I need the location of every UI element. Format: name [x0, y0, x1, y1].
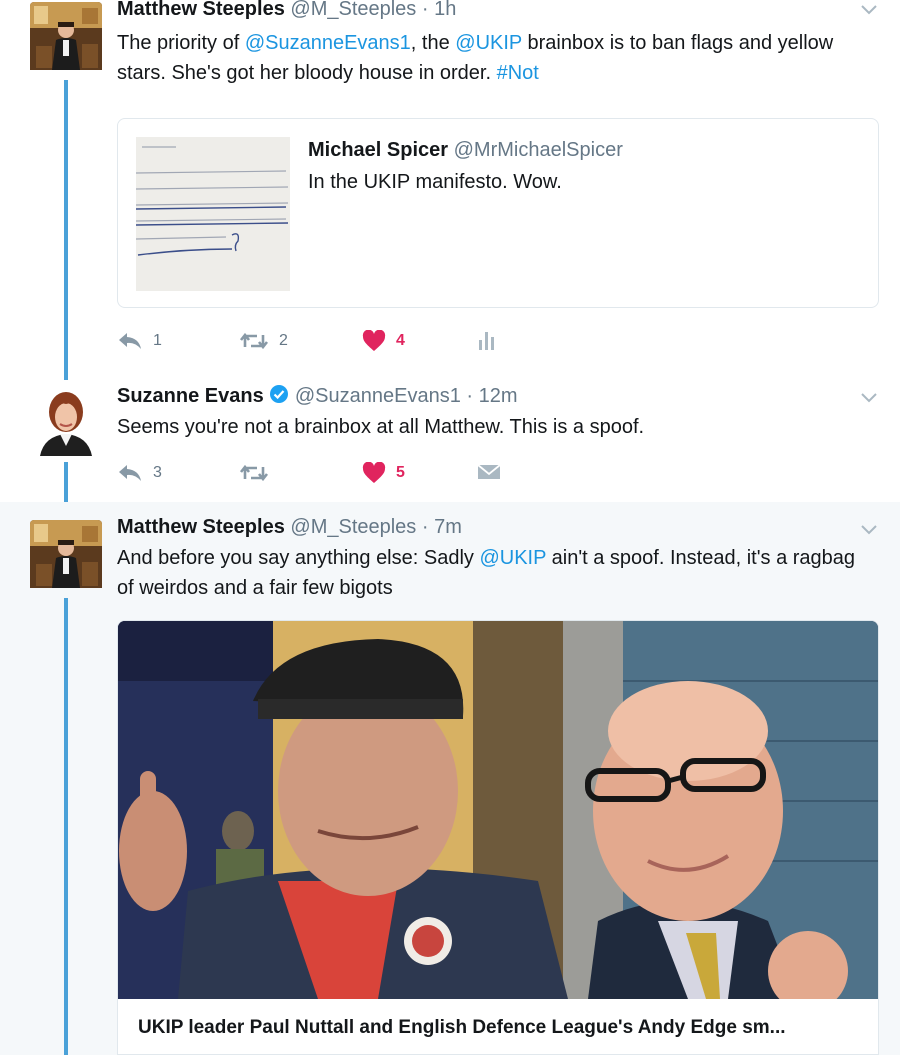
analytics-button[interactable]: [477, 327, 497, 355]
tweet-timestamp[interactable]: 12m: [479, 385, 518, 407]
text-segment: The priority of: [117, 32, 245, 54]
tweet-timestamp[interactable]: 7m: [434, 516, 462, 538]
direct-message-icon: [477, 463, 501, 483]
header-separator: ·: [421, 0, 429, 20]
like-count: 4: [396, 332, 405, 349]
quoted-tweet-thumbnail[interactable]: [136, 137, 290, 291]
chevron-down-icon[interactable]: [860, 388, 878, 409]
tweet-actions: 1 2 4: [117, 327, 537, 355]
tweet-text: Seems you're not a brainbox at all Matth…: [117, 416, 645, 438]
reply-button[interactable]: 3: [117, 459, 162, 487]
tweet-header: Matthew Steeples @M_Steeples · 7m: [117, 516, 462, 539]
thread-line: [64, 80, 68, 370]
chevron-down-icon[interactable]: [860, 520, 878, 541]
direct-message-button[interactable]: [477, 459, 501, 487]
hashtag-link[interactable]: #Not: [497, 62, 539, 84]
chevron-down-icon[interactable]: [860, 0, 878, 21]
quoted-tweet-header: Michael Spicer @MrMichaelSpicer: [308, 139, 623, 162]
reply-button[interactable]: 1: [117, 327, 162, 355]
quoted-author-handle[interactable]: @MrMichaelSpicer: [454, 139, 623, 161]
thread-line: [64, 598, 68, 1055]
text-segment: , the: [410, 32, 456, 54]
quoted-author-name[interactable]: Michael Spicer: [308, 139, 448, 161]
mention-link[interactable]: @UKIP: [479, 547, 546, 569]
tweet-header: Matthew Steeples @M_Steeples · 1h: [117, 0, 456, 21]
retweet-count: 2: [279, 332, 288, 349]
like-button[interactable]: 4: [362, 327, 405, 355]
author-handle[interactable]: @M_Steeples: [290, 516, 416, 538]
tweet-header: Suzanne Evans @SuzanneEvans1 · 12m: [117, 384, 518, 410]
header-separator: ·: [466, 385, 474, 407]
quoted-tweet-text: In the UKIP manifesto. Wow.: [308, 171, 562, 193]
tweet-timestamp[interactable]: 1h: [434, 0, 456, 20]
tweet-text: And before you say anything else: Sadly …: [117, 543, 857, 603]
media-card[interactable]: UKIP leader Paul Nuttall and English Def…: [117, 620, 879, 1055]
quoted-tweet[interactable]: Michael Spicer @MrMichaelSpicer In the U…: [117, 118, 879, 308]
like-count: 5: [396, 464, 405, 481]
author-name[interactable]: Matthew Steeples: [117, 516, 285, 538]
header-separator: ·: [421, 516, 429, 538]
avatar-matthew-steeples[interactable]: [30, 520, 102, 592]
tweet-2[interactable]: Suzanne Evans @SuzanneEvans1 · 12m Seems…: [0, 370, 900, 502]
thread-line-bottom: [64, 462, 68, 502]
reply-count: 3: [153, 464, 162, 481]
retweet-button[interactable]: [239, 459, 269, 487]
mention-link[interactable]: @SuzanneEvans1: [245, 32, 411, 54]
thread-line-top: [64, 370, 68, 380]
retweet-button[interactable]: 2: [239, 327, 288, 355]
mention-link[interactable]: @UKIP: [455, 32, 522, 54]
media-caption[interactable]: UKIP leader Paul Nuttall and English Def…: [138, 1017, 786, 1039]
text-segment: And before you say anything else: Sadly: [117, 547, 480, 569]
tweet-text: The priority of @SuzanneEvans1, the @UKI…: [117, 28, 877, 88]
author-handle[interactable]: @M_Steeples: [290, 0, 416, 20]
reply-icon: [117, 331, 143, 351]
author-name[interactable]: Matthew Steeples: [117, 0, 285, 20]
like-icon: [362, 330, 386, 352]
author-handle[interactable]: @SuzanneEvans1: [295, 385, 461, 407]
tweet-actions: 3 5: [117, 459, 537, 487]
reply-count: 1: [153, 332, 162, 349]
like-button[interactable]: 5: [362, 459, 405, 487]
analytics-icon: [477, 330, 497, 352]
retweet-icon: [239, 463, 269, 483]
media-photo[interactable]: [118, 621, 878, 1011]
author-name[interactable]: Suzanne Evans: [117, 385, 264, 407]
avatar-matthew-steeples[interactable]: [30, 2, 102, 74]
like-icon: [362, 462, 386, 484]
reply-icon: [117, 463, 143, 483]
verified-icon: [269, 384, 289, 410]
avatar-suzanne-evans[interactable]: [30, 384, 102, 456]
retweet-icon: [239, 331, 269, 351]
tweet-1[interactable]: Matthew Steeples @M_Steeples · 1h The pr…: [0, 0, 900, 370]
